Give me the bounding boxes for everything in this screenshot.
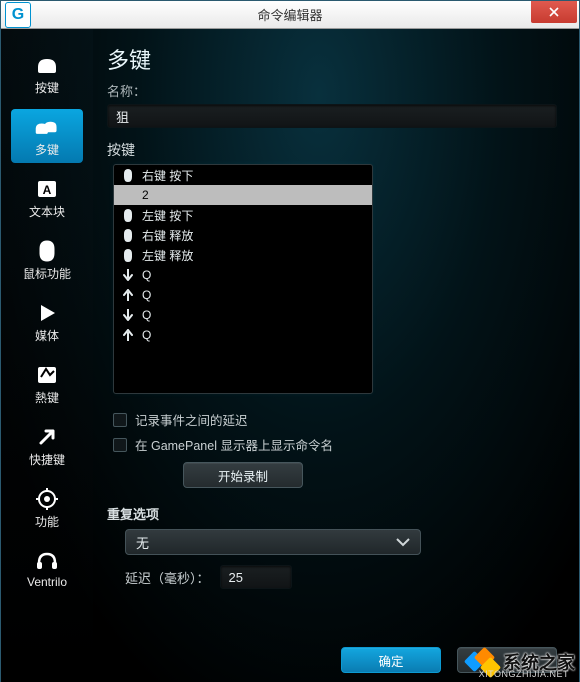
sidebar-item-function[interactable]: 功能	[11, 481, 83, 535]
window-title: 命令编辑器	[1, 5, 579, 24]
sidebar: 按键 多键 A 文本块 鼠标功能	[1, 29, 93, 682]
sidebar-item-label: 多键	[35, 141, 59, 158]
down-icon	[120, 269, 136, 281]
media-play-icon	[34, 302, 60, 324]
down-icon	[120, 309, 136, 321]
name-label: 名称：	[107, 81, 557, 100]
mouse-icon	[120, 229, 136, 242]
multikey-icon	[34, 116, 60, 138]
checkbox-icon	[113, 438, 127, 452]
keystroke-text: Q	[142, 268, 151, 282]
content-pane: 多键 名称： 按键 右键 按下2左键 按下右键 释放左键 释放QQQQ 记录事件…	[93, 29, 579, 682]
key-icon	[34, 54, 60, 76]
headset-icon	[34, 550, 60, 572]
sidebar-item-label: 快捷键	[29, 451, 65, 468]
mouse-icon	[34, 240, 60, 262]
sidebar-item-textblock[interactable]: A 文本块	[11, 171, 83, 225]
name-input[interactable]	[107, 104, 557, 128]
checkbox-icon	[113, 413, 127, 427]
close-icon	[549, 7, 559, 17]
sidebar-item-multikey[interactable]: 多键	[11, 109, 83, 163]
sidebar-item-label: 鼠标功能	[23, 265, 71, 282]
chevron-down-icon	[396, 537, 410, 547]
up-icon	[120, 329, 136, 341]
keystroke-row[interactable]: 2	[114, 185, 372, 205]
sidebar-item-shortcut[interactable]: 快捷键	[11, 419, 83, 473]
checkbox-label: 在 GamePanel 显示器上显示命令名	[135, 435, 333, 454]
keystroke-row[interactable]: Q	[114, 305, 372, 325]
repeat-select[interactable]: 无	[125, 529, 421, 555]
sidebar-item-ventrilo[interactable]: Ventrilo	[11, 543, 83, 594]
sidebar-item-label: 按键	[35, 79, 59, 96]
keystroke-text: 左键 按下	[142, 207, 193, 224]
ok-button[interactable]: 确定	[341, 647, 441, 673]
sidebar-item-label: 媒体	[35, 327, 59, 344]
checkbox-label: 记录事件之间的延迟	[135, 410, 248, 429]
keystroke-text: Q	[142, 328, 151, 342]
gamepanel-checkbox[interactable]: 在 GamePanel 显示器上显示命令名	[113, 435, 557, 454]
sidebar-item-keystroke[interactable]: 按键	[11, 47, 83, 101]
sidebar-item-label: Ventrilo	[27, 575, 67, 589]
keystroke-row[interactable]: 左键 按下	[114, 205, 372, 225]
keystroke-text: 右键 释放	[142, 227, 193, 244]
shortcut-arrow-icon	[34, 426, 60, 448]
titlebar: G 命令编辑器	[1, 1, 579, 29]
keystroke-row[interactable]: Q	[114, 265, 372, 285]
sidebar-item-mouse[interactable]: 鼠标功能	[11, 233, 83, 287]
sidebar-item-label: 文本块	[29, 203, 65, 220]
keystroke-text: 右键 按下	[142, 167, 193, 184]
select-value: 无	[136, 533, 149, 552]
hotkey-icon	[34, 364, 60, 386]
sidebar-item-hotkey[interactable]: 熱键	[11, 357, 83, 411]
mouse-icon	[120, 169, 136, 182]
cancel-button[interactable]	[457, 647, 557, 673]
record-delay-checkbox[interactable]: 记录事件之间的延迟	[113, 410, 557, 429]
sidebar-item-label: 功能	[35, 513, 59, 530]
start-recording-button[interactable]: 开始录制	[183, 462, 303, 488]
mouse-icon	[120, 209, 136, 222]
keystrokes-label: 按键	[107, 140, 557, 160]
window-close-button[interactable]	[531, 1, 577, 23]
keystroke-row[interactable]: 左键 释放	[114, 245, 372, 265]
keystroke-row[interactable]: 右键 按下	[114, 165, 372, 185]
sidebar-item-label: 熱键	[35, 389, 59, 406]
keystroke-text: Q	[142, 288, 151, 302]
app-body: 按键 多键 A 文本块 鼠标功能	[1, 29, 579, 682]
sidebar-item-media[interactable]: 媒体	[11, 295, 83, 349]
delay-label: 延迟（毫秒）：	[125, 568, 210, 587]
keystroke-row[interactable]: 右键 释放	[114, 225, 372, 245]
mouse-icon	[120, 249, 136, 262]
keystroke-text: 2	[142, 188, 149, 202]
keystroke-list[interactable]: 右键 按下2左键 按下右键 释放左键 释放QQQQ	[113, 164, 373, 394]
repeat-options-label: 重复选项	[107, 504, 557, 523]
keystroke-row[interactable]: Q	[114, 285, 372, 305]
up-icon	[120, 289, 136, 301]
page-title: 多键	[107, 43, 557, 75]
svg-text:A: A	[43, 183, 52, 197]
keystroke-text: 左键 释放	[142, 247, 193, 264]
keystroke-row[interactable]: Q	[114, 325, 372, 345]
textblock-icon: A	[34, 178, 60, 200]
gear-icon	[34, 488, 60, 510]
keystroke-text: Q	[142, 308, 151, 322]
delay-input[interactable]	[220, 565, 292, 589]
